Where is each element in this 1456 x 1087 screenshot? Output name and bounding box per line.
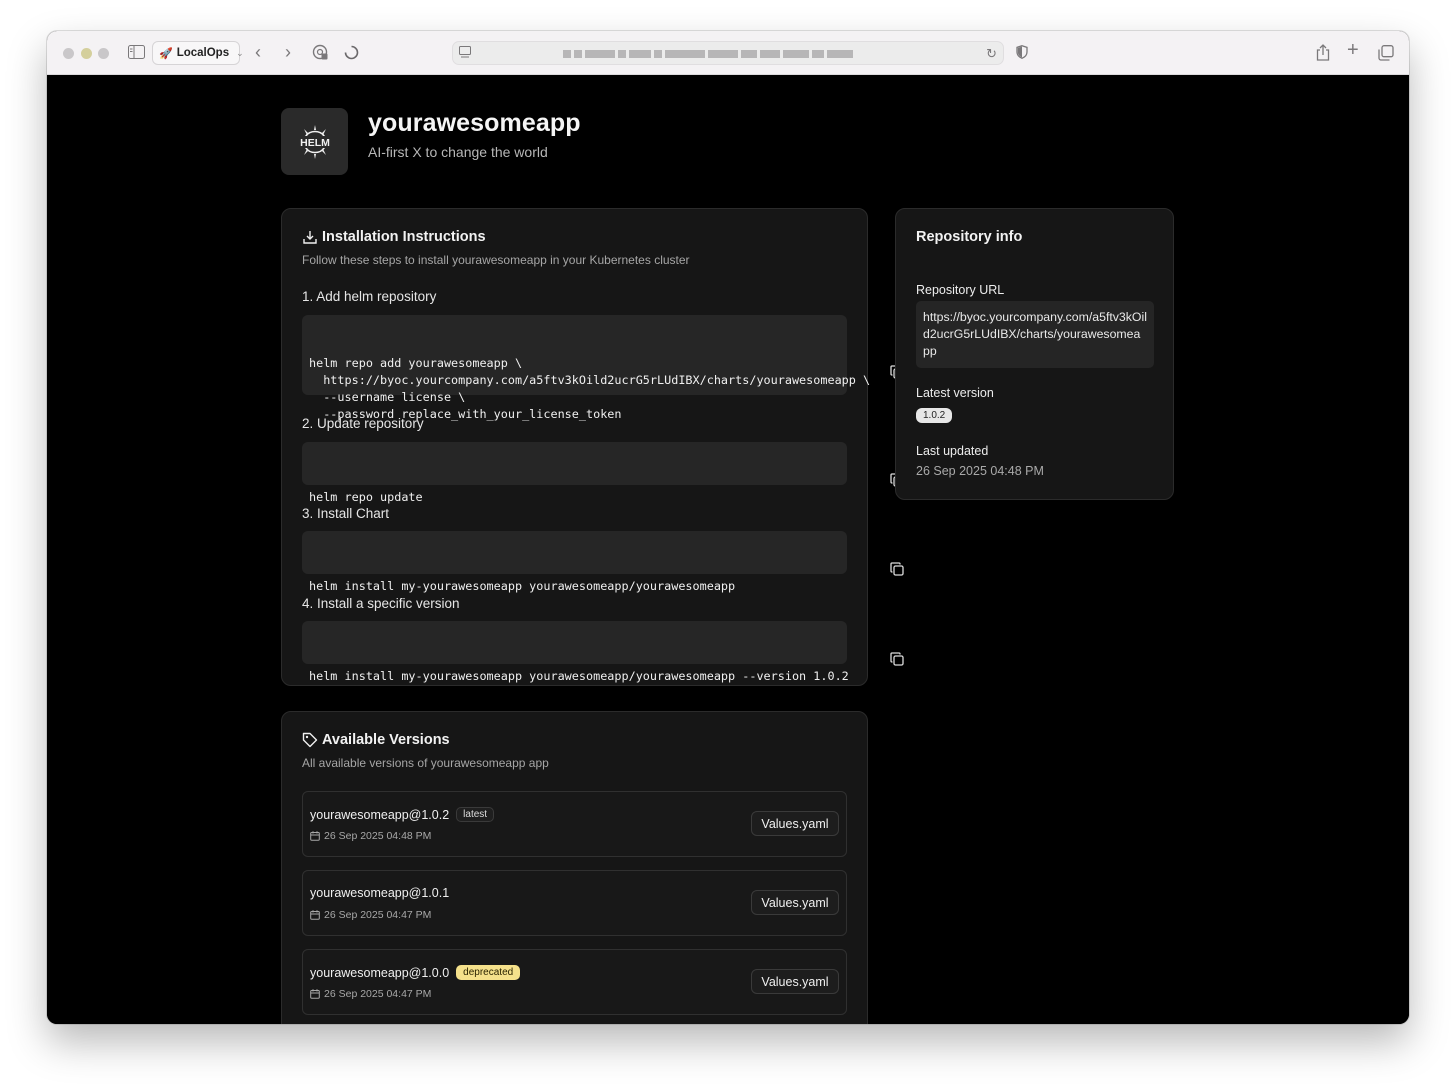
helm-logo-text: HELM (300, 137, 330, 149)
available-versions-description: All available versions of yourawesomeapp… (302, 756, 549, 770)
tag-icon (302, 732, 318, 748)
available-versions-title: Available Versions (302, 732, 549, 748)
version-date-line: 26 Sep 2025 04:47 PM (310, 909, 431, 921)
step-1-code: helm repo add yourawesomeapp \ https://b… (302, 315, 904, 421)
last-updated-label: Last updated (916, 444, 989, 458)
version-name-line: yourawesomeapp@1.0.1 (310, 886, 449, 900)
calendar-icon (310, 989, 320, 999)
installation-title-text: Installation Instructions (322, 229, 486, 245)
step-2-code: helm repo update (302, 442, 904, 504)
values-yaml-button[interactable]: Values.yaml (751, 969, 839, 994)
step-3-code: helm install my-yourawesomeapp youraweso… (302, 531, 904, 593)
version-name: yourawesomeapp@1.0.0 (310, 965, 450, 980)
step-3-code-text: helm install my-yourawesomeapp youraweso… (309, 579, 736, 593)
browser-window: 🚀 LocalOps ⌄ ‹ › ↻ + HELM yourawesomeapp… (47, 31, 1409, 1024)
helm-logo: HELM (281, 108, 348, 175)
close-window-button[interactable] (63, 48, 74, 59)
version-date-line: 26 Sep 2025 04:47 PM (310, 988, 431, 1000)
step-4-code-text: helm install my-yourawesomeapp youraweso… (309, 669, 849, 683)
values-yaml-button[interactable]: Values.yaml (751, 890, 839, 915)
address-bar[interactable]: ↻ (452, 41, 1004, 65)
profile-label: LocalOps (176, 47, 230, 59)
step-1-title: 1. Add helm repository (302, 289, 437, 304)
step-4-code: helm install my-yourawesomeapp youraweso… (302, 621, 904, 683)
last-updated-value: 26 Sep 2025 04:48 PM (916, 464, 1044, 478)
version-row: yourawesomeapp@1.0.1 26 Sep 2025 04:47 P… (302, 870, 847, 936)
page-menu-icon[interactable] (459, 46, 471, 59)
latest-version-label: Latest version (916, 386, 994, 400)
step-3-title: 3. Install Chart (302, 506, 390, 521)
download-icon (303, 231, 317, 244)
available-versions-title-text: Available Versions (322, 732, 450, 748)
repository-url-value[interactable]: https://byoc.yourcompany.com/a5ftv3kOild… (916, 301, 1154, 368)
version-row: yourawesomeapp@1.0.2 latest 26 Sep 2025 … (302, 791, 847, 857)
step-4-title: 4. Install a specific version (302, 596, 460, 611)
zoom-window-button[interactable] (98, 48, 109, 59)
version-name-line: yourawesomeapp@1.0.0 deprecated (310, 965, 521, 980)
version-date-line: 26 Sep 2025 04:48 PM (310, 830, 431, 842)
app-subtitle: AI-first X to change the world (368, 144, 548, 160)
installation-title: Installation Instructions (302, 229, 690, 245)
calendar-icon (310, 910, 320, 920)
share-icon[interactable] (1316, 44, 1330, 61)
browser-toolbar: 🚀 LocalOps ⌄ ‹ › ↻ + (47, 31, 1409, 75)
calendar-icon (310, 831, 320, 841)
installation-card: Installation Instructions Follow these s… (281, 208, 904, 686)
latest-tag: latest (456, 807, 495, 822)
step-2-code-text: helm repo update (309, 490, 423, 504)
step-1-code-text: helm repo add yourawesomeapp \ https://b… (309, 356, 871, 421)
redacted-url (563, 50, 853, 58)
profile-switcher[interactable]: 🚀 LocalOps ⌄ (152, 41, 244, 65)
shield-icon[interactable] (1016, 45, 1028, 59)
tab-overview-icon[interactable] (1378, 45, 1394, 61)
copy-icon[interactable] (819, 545, 904, 576)
copy-icon[interactable] (819, 348, 904, 379)
rocket-icon: 🚀 (159, 47, 173, 60)
step-2-title: 2. Update repository (302, 416, 424, 431)
version-date: 26 Sep 2025 04:47 PM (324, 909, 432, 921)
latest-version-badge: 1.0.2 (916, 408, 953, 423)
reload-icon[interactable]: ↻ (986, 46, 997, 62)
helm-icon: HELM (300, 124, 330, 159)
loading-spinner-icon (344, 45, 359, 60)
version-name-line: yourawesomeapp@1.0.2 latest (310, 807, 495, 822)
copy-icon[interactable] (819, 456, 904, 487)
forward-icon[interactable]: › (285, 43, 291, 61)
version-row: yourawesomeapp@1.0.0 deprecated 26 Sep 2… (302, 949, 847, 1015)
new-tab-icon[interactable]: + (1347, 40, 1359, 60)
chevron-down-icon: ⌄ (236, 47, 244, 58)
version-date: 26 Sep 2025 04:47 PM (324, 988, 432, 1000)
version-name: yourawesomeapp@1.0.2 (310, 807, 450, 822)
repository-info-title: Repository info (916, 229, 1023, 245)
repository-info-card: Repository info Repository URL https://b… (895, 208, 1174, 500)
back-icon[interactable]: ‹ (255, 43, 261, 61)
minimize-window-button[interactable] (81, 48, 92, 59)
sidebar-toggle-icon[interactable] (128, 45, 145, 59)
repository-url-label: Repository URL (916, 283, 1005, 297)
copy-icon[interactable] (819, 635, 904, 666)
values-yaml-button[interactable]: Values.yaml (751, 811, 839, 836)
privacy-report-icon[interactable] (312, 44, 329, 61)
app-title: yourawesomeapp (368, 109, 581, 137)
version-name: yourawesomeapp@1.0.1 (310, 886, 450, 900)
deprecated-tag: deprecated (456, 965, 521, 980)
available-versions-card: Available Versions All available version… (281, 711, 868, 1024)
page-content: HELM yourawesomeapp AI-first X to change… (47, 75, 1409, 1024)
installation-description: Follow these steps to install yourawesom… (302, 253, 690, 267)
version-date: 26 Sep 2025 04:48 PM (324, 830, 432, 842)
